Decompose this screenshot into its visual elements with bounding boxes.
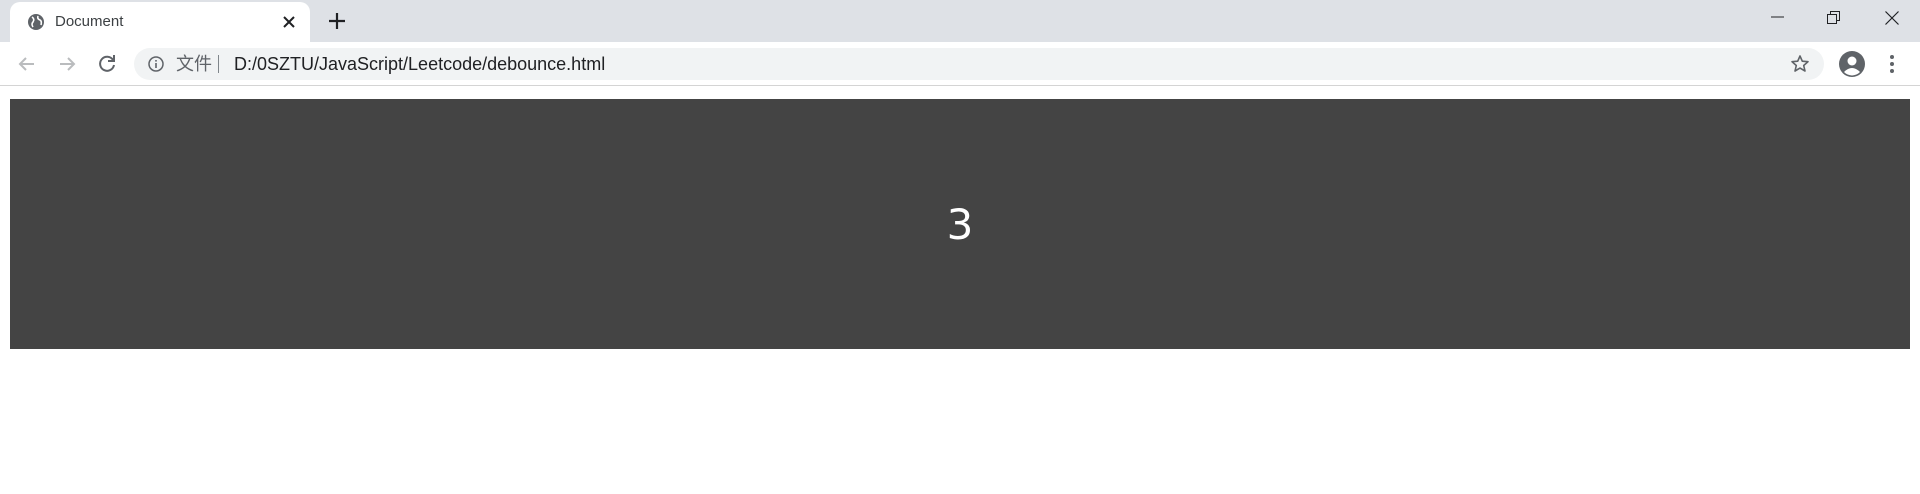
- new-tab-icon[interactable]: [326, 10, 348, 32]
- close-window-button[interactable]: [1864, 0, 1920, 36]
- address-bar[interactable]: 文件 D:/0SZTU/JavaScript/Leetcode/debounce…: [134, 48, 1824, 80]
- info-icon[interactable]: [148, 56, 164, 72]
- tab-strip: Document: [0, 0, 1920, 42]
- browser-tab[interactable]: Document: [10, 2, 310, 42]
- restore-button[interactable]: [1806, 0, 1862, 36]
- close-icon: [1885, 11, 1899, 25]
- address-divider: [218, 55, 219, 73]
- more-menu-icon[interactable]: [1880, 52, 1904, 76]
- box-counter: 3: [946, 199, 974, 249]
- browser-toolbar: 文件 D:/0SZTU/JavaScript/Leetcode/debounce…: [0, 42, 1920, 86]
- url-text[interactable]: D:/0SZTU/JavaScript/Leetcode/debounce.ht…: [234, 55, 605, 73]
- minimize-icon: [1771, 16, 1784, 18]
- forward-arrow-icon[interactable]: [54, 51, 80, 77]
- close-tab-icon[interactable]: [280, 13, 298, 31]
- page-content: 3: [0, 87, 1920, 494]
- debounce-box[interactable]: 3: [10, 99, 1910, 349]
- restore-icon: [1827, 11, 1840, 24]
- reload-icon[interactable]: [94, 51, 120, 77]
- bookmark-star-icon[interactable]: [1790, 54, 1810, 74]
- minimize-button[interactable]: [1750, 0, 1806, 36]
- profile-avatar-icon[interactable]: [1838, 50, 1866, 78]
- globe-icon: [28, 14, 44, 30]
- tab-title: Document: [55, 13, 124, 30]
- back-arrow-icon[interactable]: [14, 51, 40, 77]
- file-scheme-label: 文件: [176, 54, 212, 74]
